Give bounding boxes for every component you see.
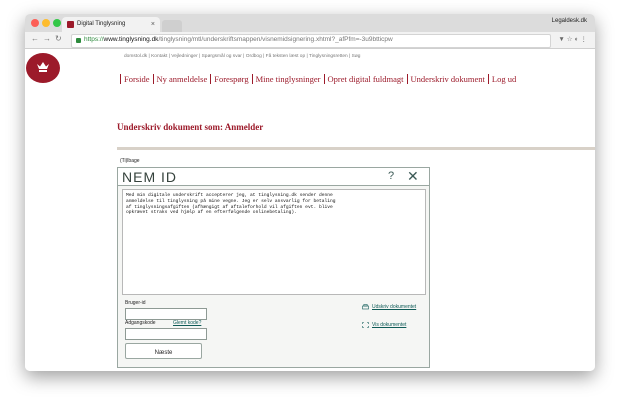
nemid-dialog: NEM ID ? ✕ Med min digitale underskrift … [117,167,430,368]
reload-icon[interactable]: ↻ [55,34,62,43]
main-navigation: Forside Ny anmeldelse Forespørg Mine tingly… [120,74,519,84]
document-text-area[interactable]: Med min digitale underskrift accepterer … [122,189,426,295]
help-icon[interactable]: ? [388,170,394,182]
password-input[interactable] [125,328,207,340]
nemid-header: NEM ID ? ✕ [118,168,429,186]
maximize-window-button[interactable] [53,19,61,27]
document-text: Med min digitale underskrift accepterer … [126,193,336,216]
lock-icon [76,38,81,43]
minimize-window-button[interactable] [42,19,50,27]
nav-log-ud[interactable]: Log ud [487,74,519,84]
extension-icons[interactable]: ▼☆◐⋮ [558,35,589,43]
back-link[interactable]: (Ti)lbage [120,158,140,164]
forward-icon[interactable]: → [43,34,51,43]
tab-close-icon[interactable]: × [151,17,155,32]
page-title: Underskriv dokument som: Anmelder [117,122,264,132]
address-bar[interactable]: https://www.tinglysning.dk/tinglysning/m… [71,34,551,48]
nav-foresporg[interactable]: Forespørg [210,74,251,84]
tab-title: Digital Tinglysning [77,21,126,27]
browser-tab[interactable]: Digital Tinglysning × [62,17,160,32]
crown-icon [37,62,49,72]
forgot-password-link[interactable]: Glemt kode? [173,320,201,326]
fullscreen-icon [362,322,369,328]
url-text: https://www.tinglysning.dk/tinglysning/m… [84,36,393,43]
printer-icon [362,304,369,310]
top-links[interactable]: domstol.dk | Kontakt | Vejledninger | Sp… [124,54,360,59]
next-button[interactable]: Næste [125,343,202,359]
print-document-link[interactable]: Udskriv dokumentet [362,304,416,310]
web-page: domstol.dk | Kontakt | Vejledninger | Sp… [25,49,595,371]
profile-name[interactable]: Legaldesk.dk [552,18,587,24]
nav-opret-digital-fuldmagt[interactable]: Opret digital fuldmagt [323,74,407,84]
divider [117,147,595,150]
user-id-label: Bruger-id [125,300,146,306]
close-icon[interactable]: ✕ [407,168,419,185]
nav-ny-anmeldelse[interactable]: Ny anmeldelse [152,74,211,84]
favicon-icon [67,21,74,28]
title-bar: Digital Tinglysning × Legaldesk.dk [25,14,595,32]
print-document-label: Udskriv dokumentet [372,304,417,310]
tinglysningsretten-logo[interactable] [26,53,60,83]
nemid-logo: NEM ID [122,169,177,185]
browser-window: Digital Tinglysning × Legaldesk.dk ← → ↻… [25,14,595,371]
nav-forside[interactable]: Forside [120,74,153,84]
view-document-link[interactable]: Vis dokumentet [362,322,406,328]
view-document-label: Vis dokumentet [372,322,407,328]
nav-mine-tinglysninger[interactable]: Mine tinglysninger [251,74,324,84]
user-id-input[interactable] [125,308,207,320]
password-label: Adgangskode [125,320,156,326]
nav-underskriv-dokument[interactable]: Underskriv dokument [406,74,488,84]
close-window-button[interactable] [31,19,39,27]
browser-toolbar: ← → ↻ https://www.tinglysning.dk/tinglys… [25,32,595,49]
back-icon[interactable]: ← [31,34,39,43]
new-tab-button[interactable] [162,20,182,32]
